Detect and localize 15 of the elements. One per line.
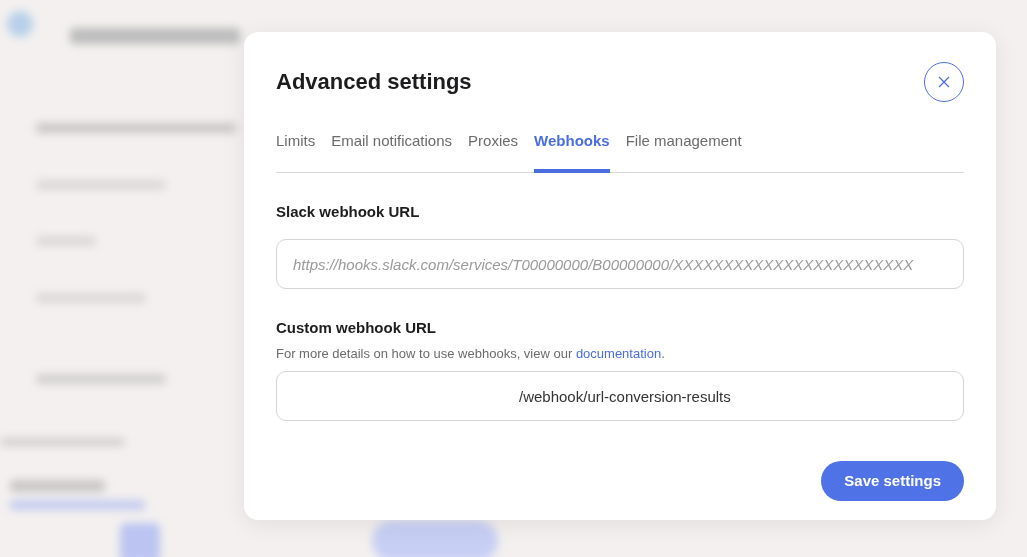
tab[interactable]: File management	[625, 130, 742, 173]
custom-url-field[interactable]: /webhook/url-conversion-results	[276, 371, 964, 421]
close-button[interactable]	[924, 62, 964, 102]
close-icon	[937, 75, 951, 89]
blurred-logo	[7, 11, 33, 37]
save-button[interactable]: Save settings	[821, 461, 964, 501]
help-text: For more details on how to use webhooks, view our documentation.	[276, 344, 666, 363]
tab[interactable]: Email notifications	[331, 130, 453, 173]
dialog-title: Advanced settings	[276, 68, 472, 96]
tab[interactable]: Limits	[276, 130, 316, 173]
tab[interactable]: Proxies	[468, 130, 519, 173]
field-label: Custom webhook URL	[276, 318, 437, 338]
slack-url-field[interactable]: https://hooks.slack.com/services/T00000000/B00000000/XXXXXXXXXXXXXXXXXXXXXXXX	[276, 239, 964, 289]
field-label: Slack webhook URL	[276, 201, 421, 222]
tab[interactable]: Webhooks	[534, 130, 610, 173]
